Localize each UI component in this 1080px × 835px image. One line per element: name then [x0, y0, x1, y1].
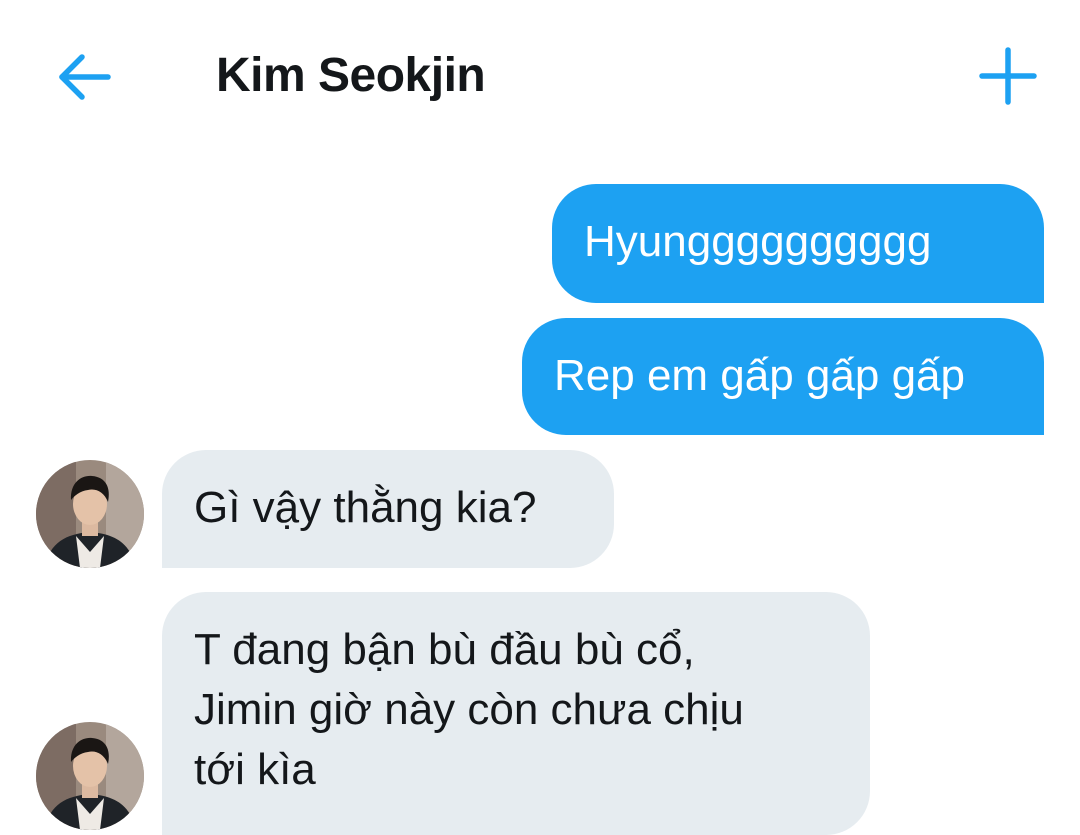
message-text: Gì vậy thằng kia? — [194, 483, 537, 532]
conversation-title: Kim Seokjin — [216, 49, 486, 102]
message-text-line: Jimin giờ này còn chưa chịu — [194, 685, 744, 734]
sent-message-bubble[interactable]: Rep em gấp gấp gấp — [522, 318, 1044, 435]
message-text-line: tới kìa — [194, 745, 316, 794]
message-text: Rep em gấp gấp gấp — [554, 351, 965, 400]
new-message-button[interactable] — [972, 40, 1044, 112]
arrow-left-icon — [59, 54, 111, 100]
back-button[interactable] — [50, 45, 120, 109]
contact-avatar[interactable] — [36, 460, 144, 568]
plus-icon — [979, 47, 1037, 105]
sent-message-bubble[interactable]: Hyungggggggggg — [552, 184, 1044, 303]
message-text-line: T đang bận bù đầu bù cổ, — [194, 625, 695, 674]
contact-avatar[interactable] — [36, 722, 144, 830]
message-text: Hyungggggggggg — [584, 217, 932, 266]
conversation-header: Kim Seokjin — [0, 0, 1080, 150]
received-message-bubble[interactable]: T đang bận bù đầu bù cổ, Jimin giờ này c… — [162, 592, 870, 835]
avatar-image — [36, 722, 144, 830]
avatar-image — [36, 460, 144, 568]
received-message-bubble[interactable]: Gì vậy thằng kia? — [162, 450, 614, 568]
